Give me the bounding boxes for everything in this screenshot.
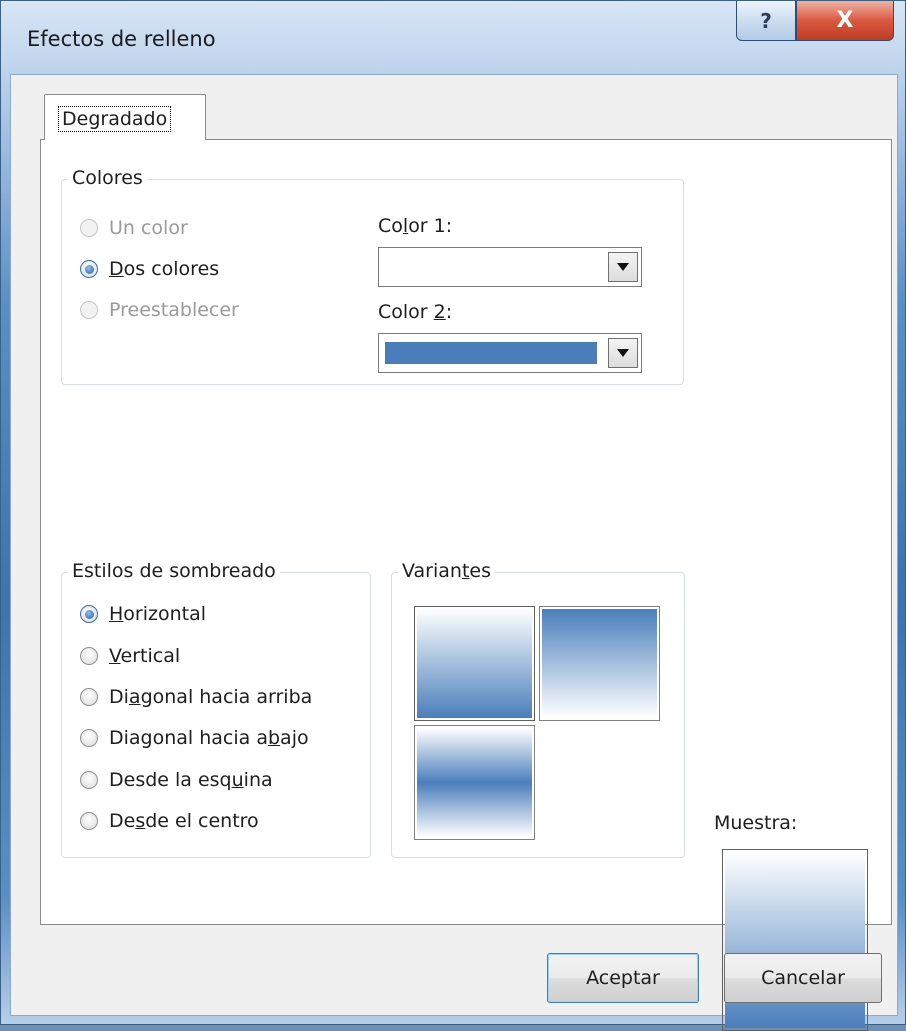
- color2-label: Color 2:: [378, 301, 453, 323]
- dialog-window: Efectos de relleno ? X Degradado Colores…: [0, 0, 906, 1031]
- radio-dos-colores-circle: [80, 260, 98, 278]
- radio-vertical[interactable]: Vertical: [80, 643, 180, 669]
- variant-2-gradient: [542, 609, 657, 718]
- variant-3[interactable]: [414, 725, 535, 840]
- radio-from-center-circle: [80, 812, 98, 830]
- variant-1-gradient: [417, 609, 532, 718]
- color2-dropdown-button[interactable]: [608, 338, 638, 368]
- color1-dropdown[interactable]: [378, 247, 642, 287]
- color2-dropdown[interactable]: [378, 333, 642, 373]
- radio-diagonal-up-circle: [80, 688, 98, 706]
- variant-1[interactable]: [414, 606, 535, 721]
- radio-horizontal-circle: [80, 605, 98, 623]
- radio-horizontal[interactable]: Horizontal: [80, 601, 206, 627]
- color1-dropdown-button[interactable]: [608, 252, 638, 282]
- colors-group-legend: Colores: [68, 167, 147, 189]
- tab-degradado[interactable]: Degradado: [44, 94, 206, 140]
- sample-preview: [722, 849, 868, 1031]
- radio-from-corner[interactable]: Desde la esquina: [80, 767, 273, 793]
- color1-swatch: [385, 256, 597, 278]
- shading-styles-legend: Estilos de sombreado: [68, 560, 280, 582]
- help-icon: ?: [760, 8, 772, 33]
- radio-un-color-circle: [80, 219, 98, 237]
- window-title: Efectos de relleno: [27, 27, 216, 51]
- radio-diagonal-down-label: Diagonal hacia abajo: [109, 727, 309, 749]
- sample-label: Muestra:: [714, 812, 798, 834]
- close-icon: X: [836, 8, 854, 33]
- radio-vertical-circle: [80, 647, 98, 665]
- variant-3-gradient: [417, 728, 532, 837]
- radio-dos-colores[interactable]: Dos colores: [80, 256, 219, 282]
- chevron-down-icon: [617, 263, 629, 271]
- chevron-down-icon: [617, 349, 629, 357]
- radio-from-center-label: Desde el centro: [109, 810, 259, 832]
- radio-dos-colores-label: Dos colores: [109, 258, 220, 280]
- radio-from-corner-circle: [80, 771, 98, 789]
- radio-preestablecer[interactable]: Preestablecer: [80, 297, 239, 323]
- ok-button[interactable]: Aceptar: [547, 953, 699, 1003]
- color1-label: Color 1:: [378, 215, 453, 237]
- variants-group-legend: Variantes: [398, 560, 495, 582]
- radio-diagonal-up-label: Diagonal hacia arriba: [109, 686, 313, 708]
- help-button[interactable]: ?: [736, 1, 796, 41]
- close-button[interactable]: X: [796, 1, 894, 41]
- radio-from-corner-label: Desde la esquina: [109, 769, 273, 791]
- radio-horizontal-label: Horizontal: [109, 603, 207, 625]
- radio-preestablecer-label: Preestablecer: [109, 299, 239, 321]
- radio-preestablecer-circle: [80, 301, 98, 319]
- dialog-client-area: Degradado Colores Un color Dos colores P…: [10, 74, 898, 1031]
- radio-un-color[interactable]: Un color: [80, 215, 188, 241]
- radio-un-color-label: Un color: [109, 217, 188, 239]
- radio-from-center[interactable]: Desde el centro: [80, 808, 259, 834]
- variants-group: Variantes: [391, 560, 685, 858]
- shading-styles-group: Estilos de sombreado Horizontal Vertical…: [61, 560, 371, 858]
- radio-diagonal-down-circle: [80, 729, 98, 747]
- radio-diagonal-down[interactable]: Diagonal hacia abajo: [80, 725, 309, 751]
- radio-selected-dot: [84, 264, 94, 274]
- radio-selected-dot: [84, 609, 94, 619]
- variant-2[interactable]: [539, 606, 660, 721]
- tab-panel-degradado: Colores Un color Dos colores Preestablec…: [40, 139, 892, 1031]
- radio-vertical-label: Vertical: [109, 645, 181, 667]
- tab-degradado-label: Degradado: [58, 106, 172, 132]
- colors-group: Colores Un color Dos colores Preestablec…: [61, 167, 684, 385]
- cancel-button[interactable]: Cancelar: [724, 953, 882, 1003]
- radio-diagonal-up[interactable]: Diagonal hacia arriba: [80, 684, 312, 710]
- color2-swatch: [385, 342, 597, 364]
